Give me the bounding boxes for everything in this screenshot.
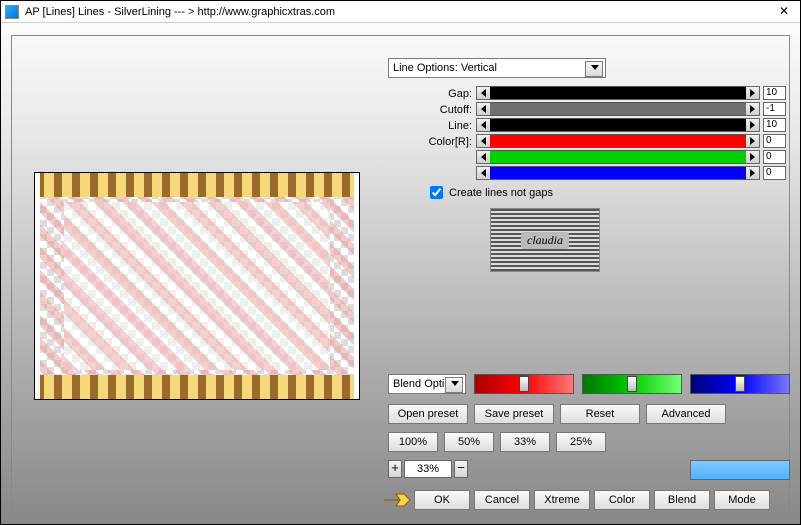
content-panel: Line Options: Vertical Gap: 10 Cutoff: -… xyxy=(11,35,790,514)
zoom-plus-button[interactable]: + xyxy=(388,460,402,478)
mode-button[interactable]: Mode xyxy=(714,490,770,510)
rgb-slider-r[interactable] xyxy=(474,374,574,394)
titlebar: AP [Lines] Lines - SilverLining --- > ht… xyxy=(1,1,800,23)
label-cutoff: Cutoff: xyxy=(422,104,472,116)
rgb-slider-b[interactable] xyxy=(690,374,790,394)
color-swatch[interactable] xyxy=(690,460,790,480)
save-preset-button[interactable]: Save preset xyxy=(474,404,554,424)
blend-button[interactable]: Blend xyxy=(654,490,710,510)
arrow-left-icon[interactable] xyxy=(476,134,490,148)
slider-color-b[interactable]: 0 xyxy=(476,166,786,180)
slider-gap-value[interactable]: 10 xyxy=(763,86,786,100)
arrow-right-icon[interactable] xyxy=(746,86,760,100)
slider-color-r-value[interactable]: 0 xyxy=(763,134,786,148)
arrow-right-icon[interactable] xyxy=(746,166,760,180)
logo-text: claudia xyxy=(521,232,569,249)
arrow-left-icon[interactable] xyxy=(476,102,490,116)
chevron-down-icon xyxy=(591,65,599,70)
slider-cutoff[interactable]: -1 xyxy=(476,102,786,116)
blend-options-value: Blend Optio xyxy=(393,378,450,390)
close-button[interactable]: ✕ xyxy=(772,4,796,20)
window-title: AP [Lines] Lines - SilverLining --- > ht… xyxy=(25,6,772,18)
slider-track[interactable] xyxy=(490,86,746,100)
logo: claudia xyxy=(490,208,600,272)
slider-thumb[interactable] xyxy=(627,376,637,392)
slider-gap[interactable]: 10 xyxy=(476,86,786,100)
arrow-right-icon[interactable] xyxy=(746,150,760,164)
slider-cutoff-value[interactable]: -1 xyxy=(763,102,786,116)
arrow-right-icon[interactable] xyxy=(746,102,760,116)
preview-canvas xyxy=(64,202,330,370)
label-color-r: Color[R]: xyxy=(422,136,472,148)
preview-panel xyxy=(34,172,360,400)
cancel-button[interactable]: Cancel xyxy=(474,490,530,510)
arrow-right-icon[interactable] xyxy=(746,118,760,132)
arrow-left-icon[interactable] xyxy=(476,166,490,180)
slider-track[interactable] xyxy=(490,118,746,132)
checkbox-input[interactable] xyxy=(430,186,443,199)
preview-frame xyxy=(40,178,354,394)
app-icon xyxy=(5,5,19,19)
zoom-50-button[interactable]: 50% xyxy=(444,432,494,452)
zoom-100-button[interactable]: 100% xyxy=(388,432,438,452)
label-gap: Gap: xyxy=(422,88,472,100)
zoom-minus-button[interactable]: − xyxy=(454,460,468,478)
arrow-left-icon[interactable] xyxy=(476,118,490,132)
arrow-right-icon[interactable] xyxy=(746,134,760,148)
slider-track[interactable] xyxy=(490,150,746,164)
label-line: Line: xyxy=(422,120,472,132)
zoom-25-button[interactable]: 25% xyxy=(556,432,606,452)
slider-color-r[interactable]: 0 xyxy=(476,134,786,148)
chevron-down-icon xyxy=(451,381,459,386)
arrow-left-icon[interactable] xyxy=(476,150,490,164)
line-options-value: Line Options: Vertical xyxy=(393,62,497,74)
slider-line[interactable]: 10 xyxy=(476,118,786,132)
slider-track[interactable] xyxy=(490,102,746,116)
slider-color-g[interactable]: 0 xyxy=(476,150,786,164)
reset-button[interactable]: Reset xyxy=(560,404,640,424)
blend-options-dropdown[interactable]: Blend Optio xyxy=(388,374,466,394)
hand-pointer-icon xyxy=(382,489,412,511)
advanced-button[interactable]: Advanced xyxy=(646,404,726,424)
slider-line-value[interactable]: 10 xyxy=(763,118,786,132)
xtreme-button[interactable]: Xtreme xyxy=(534,490,590,510)
arrow-left-icon[interactable] xyxy=(476,86,490,100)
create-lines-checkbox[interactable]: Create lines not gaps xyxy=(430,186,553,199)
rgb-slider-g[interactable] xyxy=(582,374,682,394)
line-options-dropdown[interactable]: Line Options: Vertical xyxy=(388,58,606,78)
slider-thumb[interactable] xyxy=(519,376,529,392)
ok-button[interactable]: OK xyxy=(414,490,470,510)
window: AP [Lines] Lines - SilverLining --- > ht… xyxy=(0,0,801,525)
slider-track[interactable] xyxy=(490,166,746,180)
slider-color-g-value[interactable]: 0 xyxy=(763,150,786,164)
slider-thumb[interactable] xyxy=(735,376,745,392)
open-preset-button[interactable]: Open preset xyxy=(388,404,468,424)
color-button[interactable]: Color xyxy=(594,490,650,510)
slider-color-b-value[interactable]: 0 xyxy=(763,166,786,180)
slider-track[interactable] xyxy=(490,134,746,148)
zoom-33-button[interactable]: 33% xyxy=(500,432,550,452)
zoom-value[interactable]: 33% xyxy=(404,460,452,478)
checkbox-label: Create lines not gaps xyxy=(449,187,553,199)
